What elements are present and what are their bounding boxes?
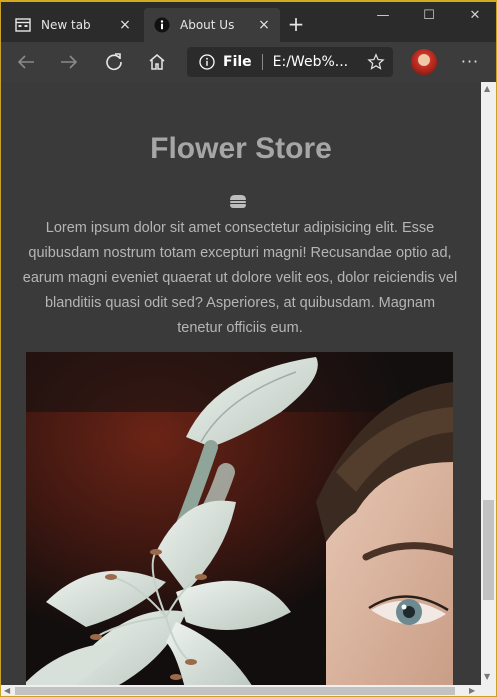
- new-tab-page-icon: [15, 17, 31, 33]
- home-icon: [149, 54, 165, 70]
- back-button[interactable]: [12, 48, 40, 76]
- hero-image: [26, 352, 453, 685]
- profile-avatar[interactable]: [411, 49, 437, 75]
- tab-title: New tab: [41, 18, 91, 32]
- tab-close-icon[interactable]: ×: [117, 17, 133, 33]
- horizontal-scroll-thumb[interactable]: [15, 687, 455, 695]
- favorite-star-icon[interactable]: [367, 53, 385, 71]
- horizontal-scrollbar[interactable]: ◀ ▶: [1, 685, 481, 696]
- back-arrow-icon: [17, 55, 34, 69]
- address-bar[interactable]: File E:/Web%...: [187, 47, 393, 77]
- browser-toolbar: File E:/Web%... ···: [1, 42, 496, 82]
- vertical-scroll-thumb[interactable]: [483, 500, 494, 600]
- tab-about-us[interactable]: About Us ×: [144, 8, 280, 42]
- scroll-up-icon[interactable]: ▲: [484, 84, 490, 94]
- tab-new-tab[interactable]: New tab ×: [5, 8, 141, 42]
- refresh-icon: [106, 53, 122, 71]
- site-info-icon[interactable]: [199, 54, 215, 70]
- forward-button[interactable]: [55, 48, 83, 76]
- tab-title: About Us: [180, 18, 235, 32]
- hamburger-menu-icon[interactable]: [230, 194, 248, 210]
- scroll-right-icon[interactable]: ▶: [469, 686, 475, 696]
- page-viewport: Flower Store Lorem ipsum dolor sit amet …: [1, 82, 481, 685]
- browser-window: New tab × About Us × + — ☐ ✕ File E:/Web…: [0, 0, 497, 697]
- more-options-button[interactable]: ···: [456, 52, 484, 72]
- info-icon: [154, 17, 170, 33]
- home-button[interactable]: [143, 48, 171, 76]
- new-tab-button[interactable]: +: [286, 14, 306, 34]
- store-description: Lorem ipsum dolor sit amet consectetur a…: [22, 220, 458, 336]
- scroll-down-icon[interactable]: ▼: [484, 672, 490, 682]
- forward-arrow-icon: [61, 55, 78, 69]
- maximize-button[interactable]: ☐: [406, 6, 452, 26]
- tab-close-icon[interactable]: ×: [256, 17, 272, 33]
- url-scheme: File: [223, 54, 252, 70]
- page-title: Flower Store: [150, 132, 332, 165]
- vertical-scrollbar[interactable]: ▲ ▼: [481, 82, 496, 685]
- close-window-button[interactable]: ✕: [452, 6, 496, 26]
- minimize-button[interactable]: —: [360, 6, 406, 26]
- address-separator: [261, 54, 263, 70]
- scroll-left-icon[interactable]: ◀: [4, 686, 10, 696]
- tab-strip: New tab × About Us × + — ☐ ✕: [1, 2, 496, 42]
- scrollbar-corner: [481, 685, 496, 696]
- refresh-button[interactable]: [100, 48, 128, 76]
- url-text[interactable]: E:/Web%...: [273, 54, 367, 70]
